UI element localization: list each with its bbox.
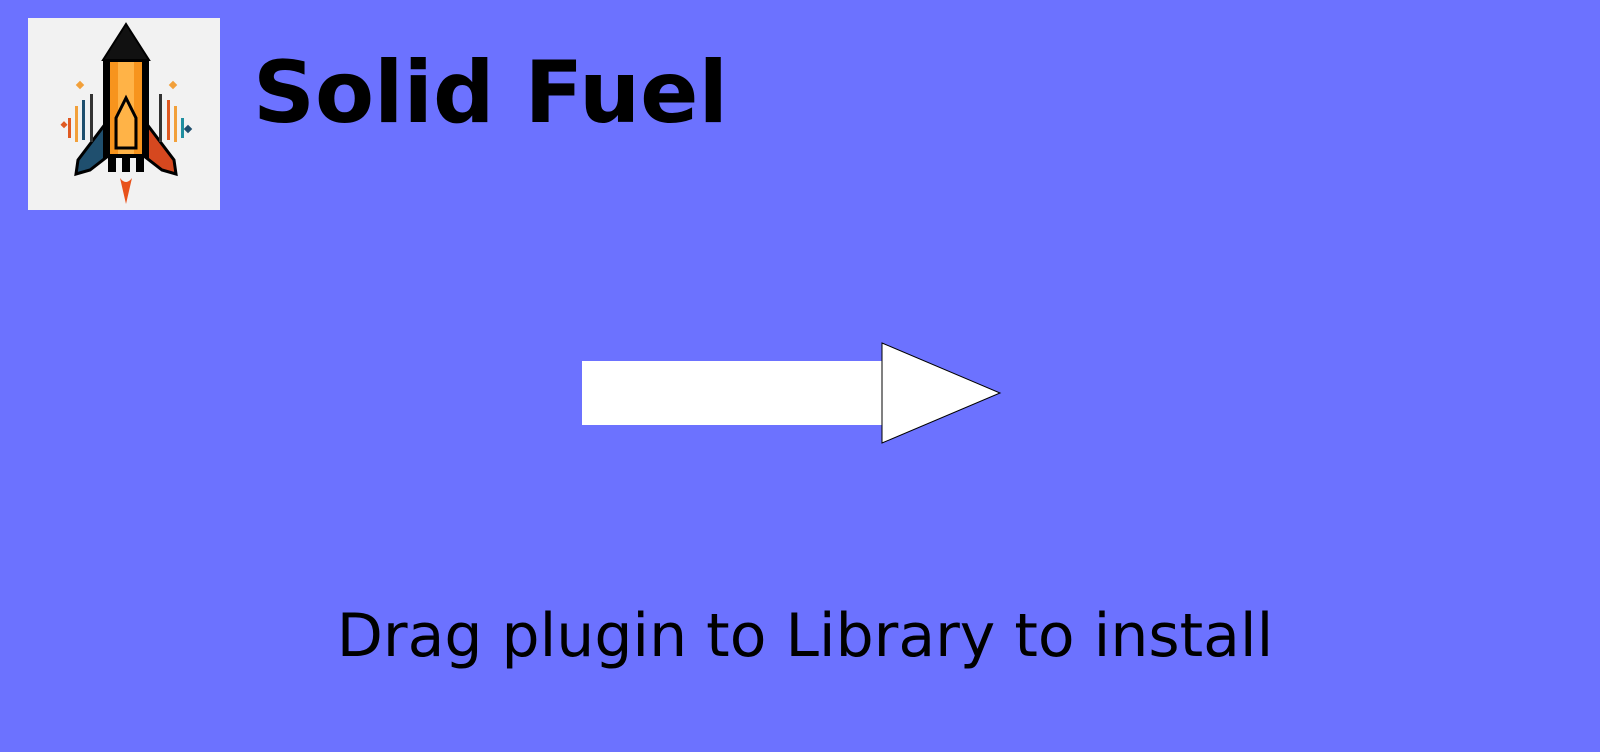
app-title: Solid Fuel xyxy=(253,43,728,143)
install-instruction: Drag plugin to Library to install xyxy=(0,603,1600,669)
right-arrow-icon xyxy=(580,342,1002,444)
solid-fuel-rocket-icon xyxy=(28,18,220,210)
install-instruction-text: Drag plugin to Library to install xyxy=(336,601,1274,671)
installer-window: Solid Fuel Drag plugin to Library to ins… xyxy=(0,0,1600,752)
